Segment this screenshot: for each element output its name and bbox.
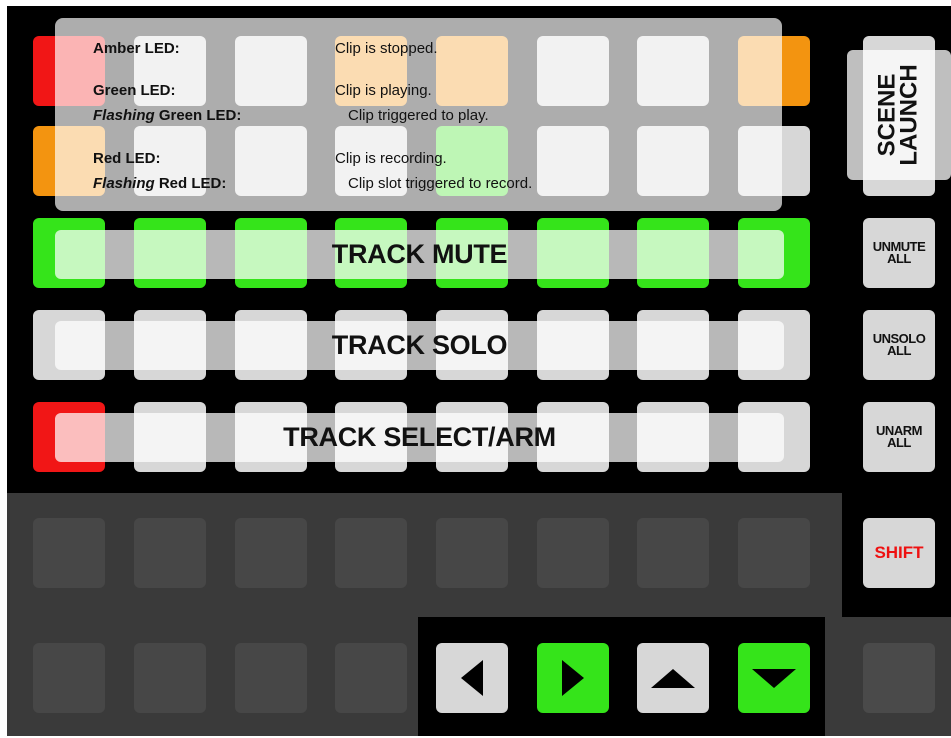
unsolo-all-line2: ALL (887, 343, 911, 358)
controller-layout: SCENE LAUNCH UNMUTE ALL UNSOLO ALL UNARM… (0, 0, 951, 738)
unassigned-pad[interactable] (134, 518, 206, 588)
scene-launch-line2: LAUNCH (895, 64, 923, 166)
unarm-all-button[interactable]: UNARM ALL (863, 402, 935, 472)
legend-desc-flashing-green: Clip triggered to play. (348, 107, 489, 124)
arrow-right-icon (562, 660, 584, 696)
unassigned-pad[interactable] (863, 643, 935, 713)
unmute-all-line2: ALL (887, 251, 911, 266)
nav-down-button[interactable] (738, 643, 810, 713)
unmute-all-label: UNMUTE ALL (873, 240, 926, 266)
legend-flashing-word: Flashing (93, 175, 155, 192)
nav-right-button[interactable] (537, 643, 609, 713)
arrow-down-icon (752, 668, 796, 688)
legend-led-flashing-red: Flashing Red LED: (93, 175, 226, 192)
unassigned-pad[interactable] (335, 643, 407, 713)
shift-button[interactable]: SHIFT (863, 518, 935, 588)
unassigned-pad[interactable] (134, 643, 206, 713)
legend-desc-green: Clip is playing. (335, 82, 432, 99)
track-select-arm-label-bar: TRACK SELECT/ARM (55, 413, 784, 462)
unarm-all-label: UNARM ALL (876, 424, 922, 450)
track-select-arm-label: TRACK SELECT/ARM (283, 422, 556, 452)
legend-led-flashing-green: Flashing Green LED: (93, 107, 241, 124)
legend-led-flashing-green-text: Green LED: (154, 107, 242, 124)
nav-left-button[interactable] (436, 643, 508, 713)
unassigned-pad[interactable] (436, 518, 508, 588)
nav-up-button[interactable] (637, 643, 709, 713)
legend-desc-flashing-red: Clip slot triggered to record. (348, 175, 533, 192)
legend-desc-amber: Clip is stopped. (335, 40, 438, 57)
scene-launch-button[interactable]: SCENE LAUNCH (847, 50, 951, 180)
legend-led-flashing-red-text: Red LED: (154, 175, 227, 192)
arrow-up-icon (651, 668, 695, 688)
unassigned-pad[interactable] (33, 643, 105, 713)
scene-launch-label: SCENE LAUNCH (874, 64, 923, 166)
unassigned-pad[interactable] (537, 518, 609, 588)
legend-desc-red: Clip is recording. (335, 150, 447, 167)
unassigned-pad[interactable] (738, 518, 810, 588)
legend-led-amber: Amber LED: (93, 40, 180, 57)
track-mute-label: TRACK MUTE (331, 239, 508, 269)
legend-led-red: Red LED: (93, 150, 161, 167)
unarm-all-line2: ALL (887, 435, 911, 450)
unsolo-all-label: UNSOLO ALL (873, 332, 926, 358)
legend-flashing-word: Flashing (93, 107, 155, 124)
arrow-left-icon (461, 660, 483, 696)
unassigned-pad[interactable] (235, 518, 307, 588)
track-solo-label-bar: TRACK SOLO (55, 321, 784, 370)
legend-led-green: Green LED: (93, 82, 176, 99)
unsolo-all-button[interactable]: UNSOLO ALL (863, 310, 935, 380)
track-mute-label-bar: TRACK MUTE (55, 230, 784, 279)
track-solo-label: TRACK SOLO (331, 330, 508, 360)
unmute-all-button[interactable]: UNMUTE ALL (863, 218, 935, 288)
unassigned-pad[interactable] (235, 643, 307, 713)
shift-label: SHIFT (874, 543, 924, 562)
unassigned-pad[interactable] (335, 518, 407, 588)
unassigned-pad[interactable] (33, 518, 105, 588)
unassigned-pad[interactable] (637, 518, 709, 588)
